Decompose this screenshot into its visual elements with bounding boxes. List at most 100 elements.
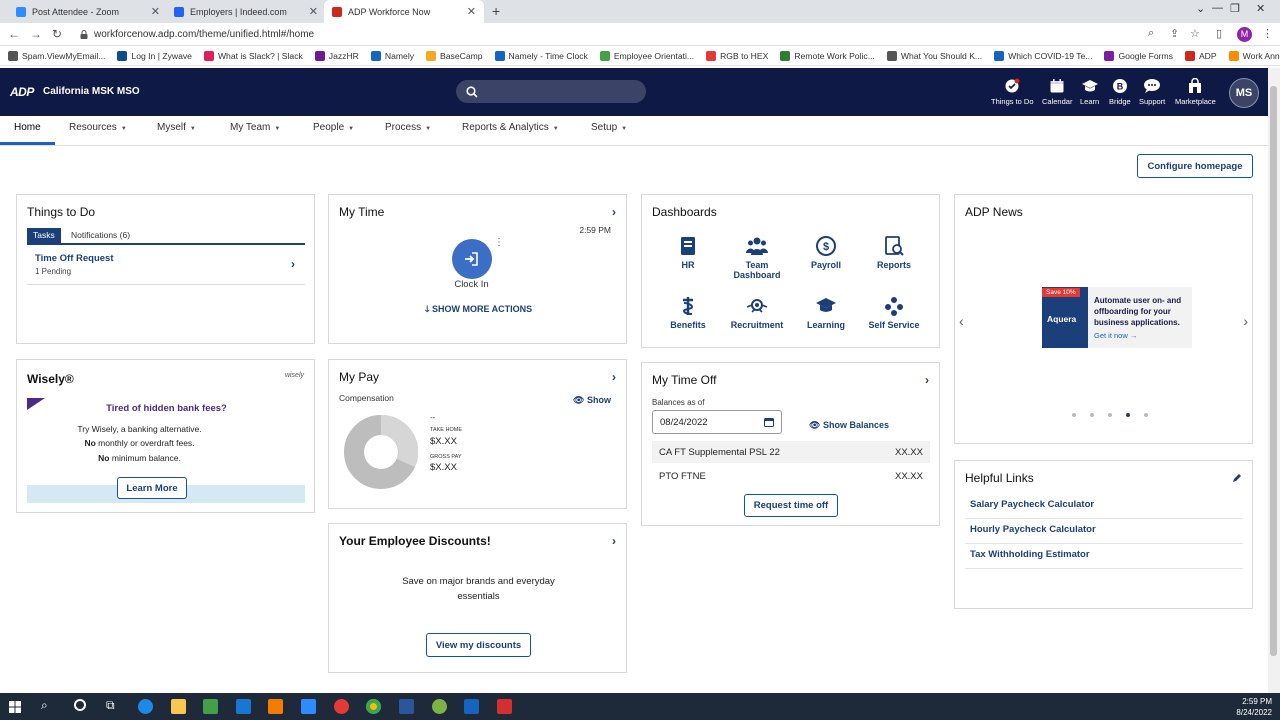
close-icon[interactable]: ✕	[467, 5, 476, 18]
ad-cta[interactable]: Get it now →	[1094, 331, 1137, 340]
news-ad-banner[interactable]: Aquera Save 10% Automate user on- and of…	[1042, 287, 1192, 348]
menu-myself[interactable]: Myself ▼	[157, 122, 196, 133]
balance-date-field[interactable]: 08/24/2022	[652, 410, 782, 434]
helpful-link[interactable]: Hourly Paycheck Calculator	[965, 520, 1243, 544]
nav-marketplace[interactable]: Marketplace	[1175, 78, 1216, 106]
nav-calendar[interactable]: Calendar	[1042, 78, 1072, 106]
carousel-dot[interactable]	[1126, 413, 1130, 417]
star-icon[interactable]: ☆	[1190, 27, 1200, 40]
menu-setup[interactable]: Setup ▼	[591, 122, 627, 133]
scroll-thumb[interactable]	[1270, 86, 1277, 656]
app-icon[interactable]	[334, 699, 349, 714]
configure-homepage-button[interactable]: Configure homepage	[1137, 154, 1253, 178]
show-pay-link[interactable]: 👁 Show	[573, 395, 611, 406]
bookmark-item[interactable]: Google Forms	[1104, 50, 1173, 61]
tab-tasks[interactable]: Tasks	[27, 228, 61, 243]
carousel-dot[interactable]	[1072, 413, 1076, 417]
dashboard-self-service[interactable]: Self Service	[864, 295, 924, 330]
bookmark-item[interactable]: JazzHR	[314, 50, 359, 61]
task-view-icon[interactable]: ⧉	[106, 698, 115, 713]
system-clock[interactable]: 2:59 PM 8/24/2022	[1236, 696, 1272, 718]
show-more-actions-link[interactable]: 🡓 SHOW MORE ACTIONS	[329, 302, 628, 318]
minimize-icon[interactable]: —	[1212, 2, 1223, 14]
close-window-icon[interactable]: ✕	[1256, 2, 1265, 15]
new-tab-icon[interactable]: +	[492, 3, 500, 19]
browser-tab-adp[interactable]: ADP Workforce Now ✕	[324, 0, 484, 23]
chevron-down-icon[interactable]: ⌄	[1196, 2, 1205, 15]
chevron-right-icon[interactable]: ›	[612, 205, 616, 219]
app-icon[interactable]	[464, 699, 479, 714]
dashboard-payroll[interactable]: $ Payroll	[796, 235, 856, 270]
nav-bridge[interactable]: B Bridge	[1109, 78, 1131, 106]
file-explorer-icon[interactable]	[171, 699, 186, 714]
bookmark-item[interactable]: Employee Orientati...	[599, 50, 694, 61]
zoom-icon[interactable]	[301, 699, 316, 714]
more-options-icon[interactable]: ⋮	[494, 237, 504, 248]
mail-icon[interactable]	[236, 699, 251, 714]
close-icon[interactable]: ✕	[151, 5, 160, 18]
bookmark-item[interactable]: ADP	[1184, 50, 1217, 61]
carousel-dot[interactable]	[1108, 413, 1112, 417]
task-item-time-off[interactable]: Time Off Request 1 Pending ›	[27, 251, 305, 285]
menu-people[interactable]: People ▼	[313, 122, 354, 133]
menu-reports-analytics[interactable]: Reports & Analytics ▼	[462, 122, 559, 133]
url-field[interactable]: workforcenow.adp.com/theme/unified.html#…	[80, 26, 1160, 43]
zoom-lens-icon[interactable]: ⌕	[1148, 27, 1154, 40]
profile-avatar[interactable]: M	[1237, 27, 1252, 42]
carousel-prev-icon[interactable]: ‹	[959, 313, 964, 329]
learn-more-button[interactable]: Learn More	[117, 477, 187, 499]
share-icon[interactable]: ⇪	[1170, 27, 1179, 40]
dashboard-reports[interactable]: Reports	[864, 235, 924, 270]
edit-pencil-icon[interactable]	[1232, 473, 1242, 483]
menu-resources[interactable]: Resources ▼	[69, 122, 127, 133]
browser-tab-zoom[interactable]: Post Attendee - Zoom ✕	[8, 0, 168, 23]
bookmark-item[interactable]: Work Anniversary T...	[1228, 50, 1280, 61]
nav-things-to-do[interactable]: Things to Do	[991, 78, 1034, 106]
bookmark-item[interactable]: Spam.ViewMyEmail...	[8, 50, 105, 61]
page-scrollbar[interactable]	[1268, 68, 1280, 693]
more-icon[interactable]: ⋮	[1262, 27, 1273, 40]
app-icon[interactable]	[432, 699, 447, 714]
bookmark-item[interactable]: RGB to HEX	[706, 50, 768, 61]
bookmark-item[interactable]: Namely	[370, 50, 414, 61]
bookmark-item[interactable]: Log In | Zywave	[117, 50, 192, 61]
adp-logo[interactable]: ADP	[10, 85, 34, 99]
user-avatar[interactable]: MS	[1229, 78, 1259, 108]
dashboard-benefits[interactable]: Benefits	[658, 295, 718, 330]
helpful-link[interactable]: Salary Paycheck Calculator	[965, 495, 1243, 519]
calendar-icon[interactable]	[764, 417, 774, 427]
show-balances-link[interactable]: 👁 Show Balances	[809, 420, 889, 431]
helpful-link[interactable]: Tax Withholding Estimator	[965, 545, 1243, 569]
search-input[interactable]	[456, 80, 646, 103]
dashboard-recruitment[interactable]: Recruitment	[727, 295, 787, 330]
chevron-right-icon[interactable]: ›	[925, 373, 929, 387]
edge-icon[interactable]	[138, 699, 153, 714]
search-icon[interactable]: ⌕	[41, 698, 48, 713]
bookmark-item[interactable]: BaseCamp	[426, 50, 483, 61]
reload-icon[interactable]: ↻	[52, 27, 62, 41]
carousel-dot[interactable]	[1144, 413, 1148, 417]
carousel-dot[interactable]	[1090, 413, 1094, 417]
browser-tab-indeed[interactable]: Employers | Indeed.com ✕	[166, 0, 326, 23]
restore-icon[interactable]: ❐	[1230, 2, 1240, 15]
chrome-icon[interactable]	[366, 699, 381, 714]
request-time-off-button[interactable]: Request time off	[744, 494, 838, 517]
sidepanel-icon[interactable]: ▯	[1216, 27, 1222, 40]
menu-process[interactable]: Process ▼	[385, 122, 431, 133]
clock-in-button[interactable]	[452, 239, 492, 279]
nav-learn[interactable]: Learn	[1080, 78, 1099, 106]
menu-my-team[interactable]: My Team ▼	[230, 122, 280, 133]
bookmark-item[interactable]: What is Slack? | Slack	[203, 50, 303, 61]
store-icon[interactable]	[203, 699, 218, 714]
app-icon[interactable]	[268, 699, 283, 714]
chevron-right-icon[interactable]: ›	[612, 534, 616, 548]
back-icon[interactable]: ←	[8, 27, 20, 41]
bookmark-item[interactable]: Which COVID-19 Te...	[994, 50, 1092, 61]
forward-icon[interactable]: →	[30, 27, 42, 41]
windows-start-icon[interactable]	[9, 701, 21, 713]
bookmark-item[interactable]: Remote Work Polic...	[780, 50, 875, 61]
bookmark-item[interactable]: What You Should K...	[886, 50, 982, 61]
nav-support[interactable]: Support	[1139, 78, 1165, 106]
bookmark-item[interactable]: Namely - Time Clock	[494, 50, 588, 61]
dashboard-team-dashboard[interactable]: Team Dashboard	[727, 235, 787, 280]
